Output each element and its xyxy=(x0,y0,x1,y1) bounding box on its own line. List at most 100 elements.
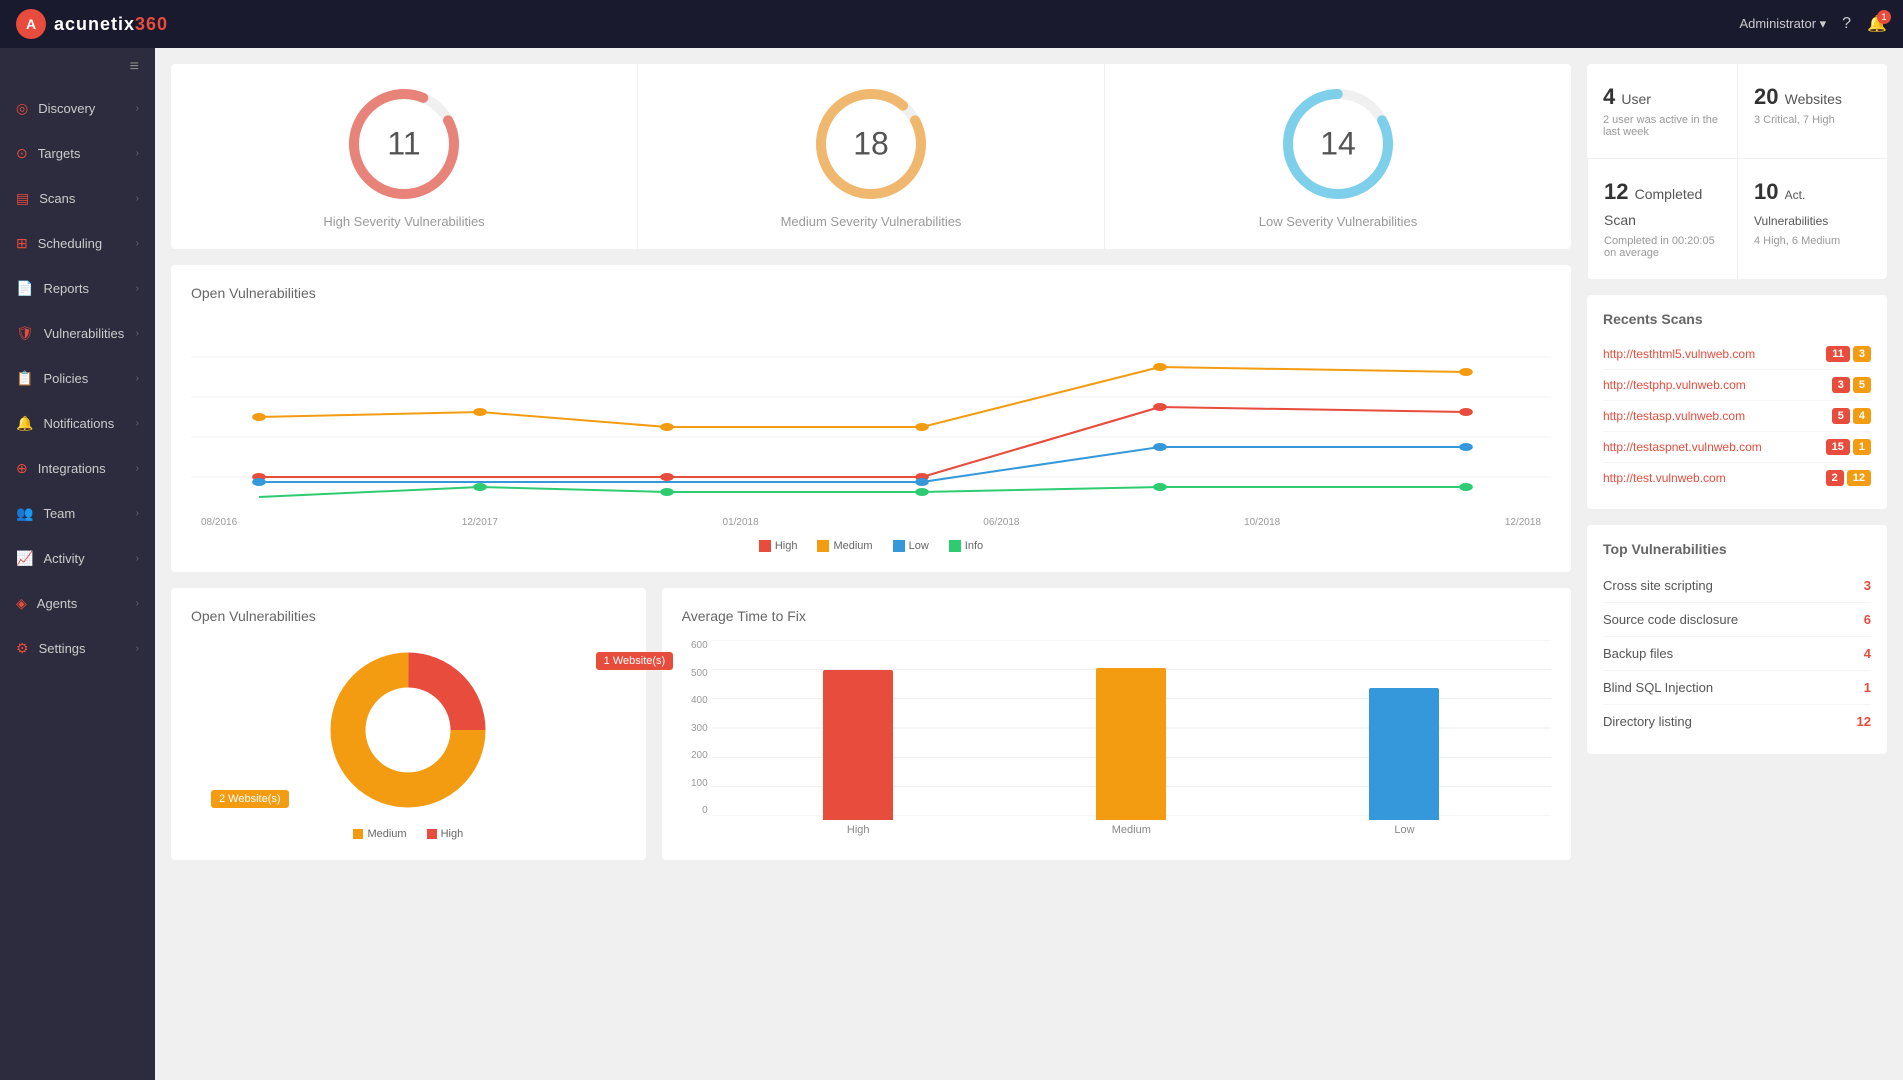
scheduling-icon: ⊞ xyxy=(16,235,28,252)
chart-title: Open Vulnerabilities xyxy=(191,285,1551,301)
sidebar-item-discovery[interactable]: ◎ Discovery › xyxy=(0,86,155,131)
settings-icon: ⚙ xyxy=(16,640,29,657)
donut-low: 14 xyxy=(1278,84,1398,204)
bar-card: Average Time to Fix 600 500 400 300 200 … xyxy=(662,588,1571,860)
main-content: 11 High Severity Vulnerabilities 18 Medi… xyxy=(155,48,1903,1080)
discovery-icon: ◎ xyxy=(16,100,28,117)
summary-row: 11 High Severity Vulnerabilities 18 Medi… xyxy=(171,64,1571,249)
chevron-icon: › xyxy=(136,328,139,339)
sidebar-toggle[interactable]: ≡ xyxy=(0,48,155,86)
bar-title: Average Time to Fix xyxy=(682,608,1551,624)
recents-card: Recents Scans http://testhtml5.vulnweb.c… xyxy=(1587,295,1887,509)
x-axis-labels: 08/2016 12/2017 01/2018 06/2018 10/2018 … xyxy=(191,517,1551,528)
scan-url-3[interactable]: http://testasp.vulnweb.com xyxy=(1603,409,1745,423)
agents-icon: ◈ xyxy=(16,595,27,612)
legend-high: High xyxy=(759,540,798,552)
scan-row-3: http://testasp.vulnweb.com 5 4 xyxy=(1603,401,1871,432)
scan-url-5[interactable]: http://test.vulnweb.com xyxy=(1603,471,1726,485)
pie-wrapper: 1 Website(s) 2 Website(s) xyxy=(191,640,626,820)
sidebar-item-scheduling[interactable]: ⊞ Scheduling › xyxy=(0,221,155,266)
chevron-icon: › xyxy=(136,598,139,609)
sidebar-label-discovery: Discovery xyxy=(38,101,95,116)
sidebar-item-reports[interactable]: 📄 Reports › xyxy=(0,266,155,311)
badge-red-5: 2 xyxy=(1826,470,1844,486)
legend-medium: Medium xyxy=(817,540,872,552)
chevron-icon: › xyxy=(136,148,139,159)
activity-icon: 📈 xyxy=(16,550,33,567)
vuln-count-4: 1 xyxy=(1864,680,1871,695)
scan-row-2: http://testphp.vulnweb.com 3 5 xyxy=(1603,370,1871,401)
sidebar-label-reports: Reports xyxy=(43,281,89,296)
chevron-icon: › xyxy=(136,418,139,429)
stat-users-sub: 2 user was active in the last week xyxy=(1603,114,1721,138)
sidebar-label-agents: Agents xyxy=(37,596,77,611)
summary-high: 11 High Severity Vulnerabilities xyxy=(171,64,637,249)
notif-badge: 1 xyxy=(1877,10,1891,24)
chevron-icon: › xyxy=(136,508,139,519)
chevron-icon: › xyxy=(136,463,139,474)
scan-url-2[interactable]: http://testphp.vulnweb.com xyxy=(1603,378,1746,392)
sidebar-label-policies: Policies xyxy=(43,371,88,386)
donut-high: 11 xyxy=(344,84,464,204)
sidebar-label-activity: Activity xyxy=(43,551,84,566)
vuln-name-5: Directory listing xyxy=(1603,714,1692,729)
stats-card: 4 User 2 user was active in the last wee… xyxy=(1587,64,1887,279)
sidebar-item-activity[interactable]: 📈 Activity › xyxy=(0,536,155,581)
vuln-card-title: Top Vulnerabilities xyxy=(1603,541,1871,557)
stat-scans-sub: Completed in 00:20:05 on average xyxy=(1604,235,1721,259)
topnav: A acunetix360 Administrator ▾ ? 🔔 1 xyxy=(0,0,1903,48)
pie-card: Open Vulnerabilities 1 Website(s) 2 xyxy=(171,588,646,860)
sidebar-item-notifications[interactable]: 🔔 Notifications › xyxy=(0,401,155,446)
chevron-icon: › xyxy=(136,103,139,114)
scan-url-1[interactable]: http://testhtml5.vulnweb.com xyxy=(1603,347,1755,361)
sidebar-item-scans[interactable]: ▤ Scans › xyxy=(0,176,155,221)
vuln-card: Top Vulnerabilities Cross site scripting… xyxy=(1587,525,1887,754)
chevron-icon: › xyxy=(136,553,139,564)
vuln-count-3: 4 xyxy=(1864,646,1871,661)
legend-info: Info xyxy=(949,540,983,552)
line-chart xyxy=(191,317,1551,517)
vuln-row-1: Cross site scripting 3 xyxy=(1603,569,1871,603)
summary-medium: 18 Medium Severity Vulnerabilities xyxy=(637,64,1104,249)
help-button[interactable]: ? xyxy=(1842,15,1851,33)
sidebar-item-vulnerabilities[interactable]: 🛡 Vulnerabilities › xyxy=(0,311,155,356)
targets-icon: ⊙ xyxy=(16,145,28,162)
tooltip-2: 2 Website(s) xyxy=(211,790,289,808)
donut-medium: 18 xyxy=(811,84,931,204)
sidebar-label-integrations: Integrations xyxy=(38,461,106,476)
sidebar-item-targets[interactable]: ⊙ Targets › xyxy=(0,131,155,176)
sidebar-label-team: Team xyxy=(43,506,75,521)
badge-orange-3: 4 xyxy=(1853,408,1871,424)
notifications-button[interactable]: 🔔 1 xyxy=(1867,14,1887,34)
pie-legend-medium: Medium xyxy=(353,828,406,840)
admin-dropdown[interactable]: Administrator ▾ xyxy=(1739,16,1826,32)
scans-icon: ▤ xyxy=(16,190,29,207)
open-vuln-chart: Open Vulnerabilities xyxy=(171,265,1571,572)
legend-low: Low xyxy=(893,540,929,552)
badge-red-3: 5 xyxy=(1832,408,1850,424)
pie-legend: Medium High xyxy=(191,828,626,840)
bar-low xyxy=(1369,688,1439,820)
scan-url-4[interactable]: http://testaspnet.vulnweb.com xyxy=(1603,440,1762,454)
scan-badges-4: 15 1 xyxy=(1826,439,1871,455)
sidebar-label-settings: Settings xyxy=(39,641,86,656)
bar-high xyxy=(823,670,893,820)
stat-websites-sub: 3 Critical, 7 High xyxy=(1754,114,1871,126)
badge-orange-4: 1 xyxy=(1853,439,1871,455)
chevron-icon: › xyxy=(136,373,139,384)
bar-label-high: High xyxy=(732,824,985,836)
sidebar-item-settings[interactable]: ⚙ Settings › xyxy=(0,626,155,671)
stat-websites: 20 Websites 3 Critical, 7 High xyxy=(1737,64,1887,158)
sidebar-item-team[interactable]: 👥 Team › xyxy=(0,491,155,536)
pie-legend-high: High xyxy=(427,828,464,840)
scan-badges-5: 2 12 xyxy=(1826,470,1871,486)
badge-orange-1: 3 xyxy=(1853,346,1871,362)
sidebar-item-agents[interactable]: ◈ Agents › xyxy=(0,581,155,626)
logo: A acunetix360 xyxy=(16,9,168,39)
sidebar-item-policies[interactable]: 📋 Policies › xyxy=(0,356,155,401)
vuln-count-1: 3 xyxy=(1864,578,1871,593)
layout: ≡ ◎ Discovery › ⊙ Targets › ▤ Scans › ⊞ xyxy=(0,48,1903,1080)
sidebar: ≡ ◎ Discovery › ⊙ Targets › ▤ Scans › ⊞ xyxy=(0,48,155,1080)
sidebar-item-integrations[interactable]: ⊕ Integrations › xyxy=(0,446,155,491)
medium-count: 18 xyxy=(853,126,889,163)
